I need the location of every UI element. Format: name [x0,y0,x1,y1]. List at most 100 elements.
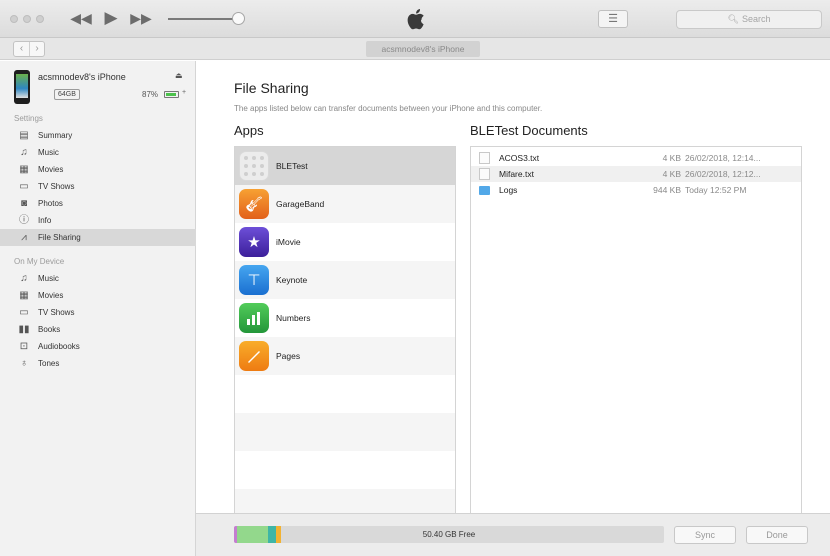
on-my-device-section-label: On My Device [14,257,65,266]
movies-icon: ▦ [19,290,29,301]
movies-icon: ▦ [19,164,29,175]
empty-row [235,375,455,413]
music-icon: ♫ [20,273,28,284]
close-window-button[interactable] [10,15,18,23]
sidebar-item-device-books[interactable]: ▮▮ Books [0,321,196,338]
audiobooks-icon: ⊡ [19,341,29,352]
document-row-mifare[interactable]: Mifare.txt 4 KB 26/02/2018, 12:12... [471,166,801,182]
bletest-app-icon [239,151,269,181]
apps-heading: Apps [234,123,264,138]
empty-row [235,489,455,513]
zoom-window-button[interactable] [36,15,44,23]
storage-free-label: 50.40 GB Free [422,530,476,539]
list-icon[interactable]: ☰ [598,10,628,28]
sidebar-item-device-music[interactable]: ♫ Music [0,270,196,287]
empty-row [235,451,455,489]
camera-icon: ◙ [20,198,28,209]
playback-controls: ◀◀ ▶ ▶▶ [70,8,152,28]
back-button[interactable]: ‹ [14,42,29,56]
sidebar-item-summary[interactable]: ▤ Summary [0,127,196,144]
document-size: 4 KB [662,153,681,163]
sidebar-item-file-sharing[interactable]: ⩘ File Sharing [0,229,196,246]
empty-row [235,413,455,451]
device-summary[interactable]: acsmnodev8's iPhone ⏏ 64GB 87% + [0,61,196,111]
charging-icon: + [182,89,187,96]
battery-icon [164,91,179,98]
app-name: iMovie [276,237,301,247]
rewind-icon[interactable]: ◀◀ [70,8,92,28]
app-row-bletest[interactable]: BLETest [235,147,455,185]
page-description: The apps listed below can transfer docum… [234,104,543,113]
fast-forward-icon[interactable]: ▶▶ [130,8,152,28]
eject-icon[interactable]: ⏏ [175,71,183,80]
history-buttons: ‹ › [13,41,45,57]
text-file-icon [479,152,490,164]
capacity-badge: 64GB [54,89,80,100]
device-pill[interactable]: acsmnodev8's iPhone [366,41,480,57]
podium-icon: ⊤ [239,265,269,295]
app-name: Keynote [276,275,308,285]
navigation-bar: ‹ › acsmnodev8's iPhone [0,38,830,60]
apps-list: BLETest 🎸︎ GarageBand ★ iMovie ⊤ Keynote… [234,146,456,514]
info-icon: ⓘ [19,215,29,226]
folder-icon [479,186,490,195]
sidebar: acsmnodev8's iPhone ⏏ 64GB 87% + Setting… [0,61,196,556]
search-icon: 🔍︎ [727,14,739,24]
device-name: acsmnodev8's iPhone [38,72,126,82]
app-row-numbers[interactable]: Numbers [235,299,455,337]
bell-icon: ♁ [20,358,28,369]
file-sharing-icon: ⩘ [21,232,27,243]
music-icon: ♫ [20,147,28,158]
sidebar-item-device-audiobooks[interactable]: ⊡ Audiobooks [0,338,196,355]
minimize-window-button[interactable] [23,15,31,23]
settings-section-label: Settings [14,114,43,123]
star-icon: ★ [239,227,269,257]
apple-logo-icon [407,9,424,30]
sidebar-item-movies[interactable]: ▦ Movies [0,161,196,178]
page-title: File Sharing [234,80,309,96]
bar-chart-icon [239,303,269,333]
settings-list: ▤ Summary ♫ Music ▦ Movies ▭ TV Shows ◙ Photo… [0,127,196,246]
guitar-icon: 🎸︎ [239,189,269,219]
bottom-bar: 50.40 GB Free Sync Done [196,513,830,556]
sidebar-item-tv-shows[interactable]: ▭ TV Shows [0,178,196,195]
document-size: 4 KB [662,169,681,179]
app-name: Pages [276,351,301,361]
tv-icon: ▭ [19,181,29,192]
app-name: BLETest [276,161,308,171]
document-date: Today 12:52 PM [685,185,747,195]
search-input[interactable]: 🔍︎ Search [676,10,822,29]
summary-icon: ▤ [19,130,29,141]
sidebar-item-device-movies[interactable]: ▦ Movies [0,287,196,304]
iphone-icon [14,70,30,104]
volume-slider-knob[interactable] [232,12,245,25]
app-row-pages[interactable]: Pages [235,337,455,375]
document-name: Logs [499,185,518,195]
pen-icon [239,341,269,371]
document-name: Mifare.txt [499,169,534,179]
text-file-icon [479,168,490,180]
document-date: 26/02/2018, 12:14... [685,153,761,163]
app-row-keynote[interactable]: ⊤ Keynote [235,261,455,299]
document-size: 944 KB [653,185,681,195]
document-row-logs[interactable]: Logs 944 KB Today 12:52 PM [471,182,801,198]
app-name: GarageBand [276,199,325,209]
battery-percent: 87% [142,90,159,99]
app-name: Numbers [276,313,311,323]
app-row-imovie[interactable]: ★ iMovie [235,223,455,261]
on-device-list: ♫ Music ▦ Movies ▭ TV Shows ▮▮ Books ⊡ Audiob… [0,270,196,372]
sidebar-item-photos[interactable]: ◙ Photos [0,195,196,212]
document-row-acos3[interactable]: ACOS3.txt 4 KB 26/02/2018, 12:14... [471,150,801,166]
books-icon: ▮▮ [18,324,30,335]
forward-button[interactable]: › [29,42,44,56]
app-row-garageband[interactable]: 🎸︎ GarageBand [235,185,455,223]
sidebar-item-music[interactable]: ♫ Music [0,144,196,161]
sync-button[interactable]: Sync [674,526,736,544]
sidebar-item-device-tv-shows[interactable]: ▭ TV Shows [0,304,196,321]
done-button[interactable]: Done [746,526,808,544]
play-icon[interactable]: ▶ [100,8,122,28]
sidebar-item-info[interactable]: ⓘ Info [0,212,196,229]
sidebar-item-device-tones[interactable]: ♁ Tones [0,355,196,372]
tv-icon: ▭ [19,307,29,318]
document-name: ACOS3.txt [499,153,540,163]
